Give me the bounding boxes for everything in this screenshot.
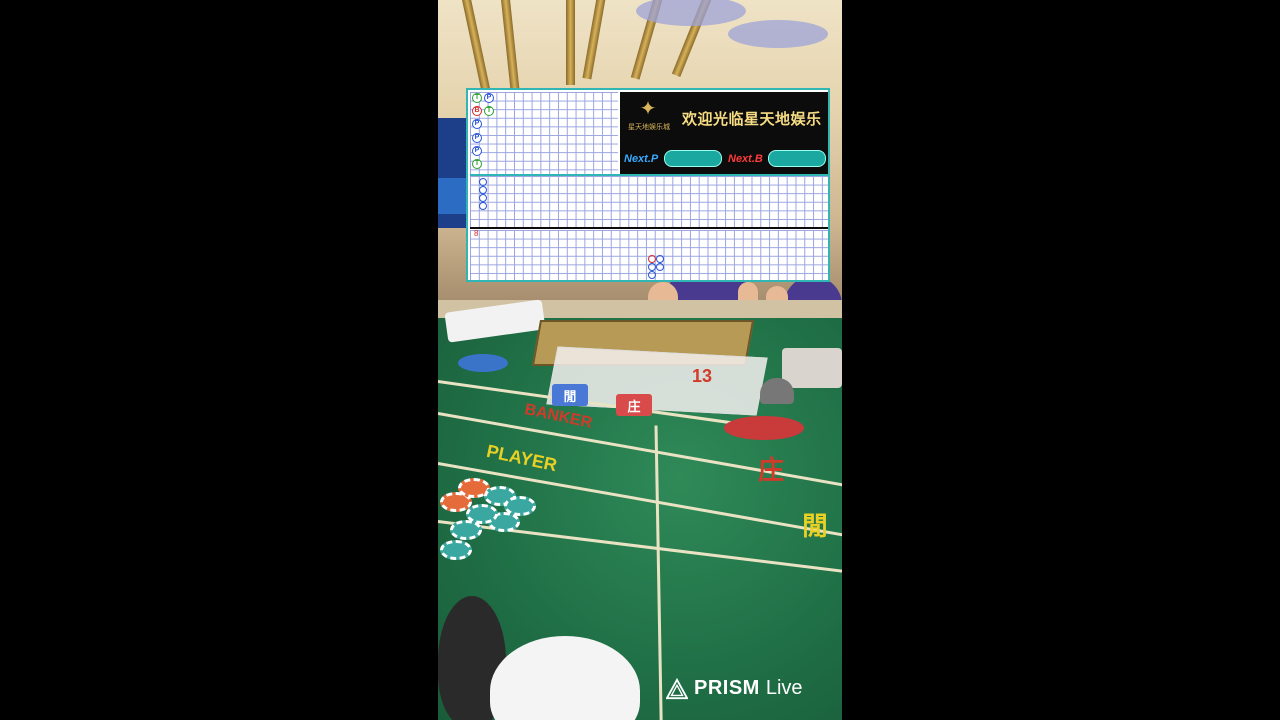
bead-t: T <box>472 159 482 169</box>
card-machine <box>782 348 842 388</box>
watermark-brand: PRISM <box>694 677 760 699</box>
big-road-mark <box>479 194 487 202</box>
watermark-suffix: Live <box>765 677 803 699</box>
big-road-mark <box>479 186 487 194</box>
welcome-title: 欢迎光临星天地娱乐 <box>682 110 822 128</box>
big-road-mark <box>479 202 487 210</box>
next-banker-label: Next.B <box>728 153 763 165</box>
bead-t: T <box>472 93 482 103</box>
derived-road-mark <box>656 263 664 271</box>
player-plaque: 閒 <box>552 384 588 406</box>
derived-road-mark <box>656 255 664 263</box>
banker-chinese-label: 庄 <box>758 456 785 486</box>
lammer-marker: 13 <box>692 366 713 386</box>
bead-p: P <box>472 145 482 156</box>
logo-caption: 星天地娱乐城 <box>628 123 670 131</box>
big-road-mark <box>479 178 487 186</box>
gold-beam <box>566 0 575 85</box>
prism-live-watermark: PRISM Live <box>666 677 803 700</box>
casino-chip <box>450 520 482 540</box>
next-player-button[interactable] <box>664 150 722 167</box>
prism-logo-icon <box>666 677 688 699</box>
banker-marker <box>724 416 804 440</box>
bead-p: P <box>484 93 494 103</box>
ceiling-lamp <box>728 20 828 48</box>
derived-road-mark <box>648 263 656 271</box>
next-banker-button[interactable] <box>768 150 826 167</box>
derived-road-mark <box>648 271 656 279</box>
big-road-grid <box>470 176 828 228</box>
star-logo-icon: ✦ <box>639 98 657 120</box>
baccarat-roadmap: TPBTPPPT ✦ 星天地娱乐城 欢迎光临星天地娱乐 Next.P Next.… <box>466 88 830 282</box>
table-bell <box>760 378 794 404</box>
display-screen <box>438 178 468 214</box>
brand-banner: ✦ 星天地娱乐城 欢迎光临星天地娱乐 Next.P Next.B <box>620 92 828 174</box>
commission-marker <box>458 354 508 372</box>
next-player-label: Next.P <box>624 153 659 165</box>
bead-plate-grid <box>470 92 618 174</box>
bead-p: P <box>472 132 482 143</box>
banker-plaque: 庄 <box>616 394 652 416</box>
derived-road-mark <box>648 255 656 263</box>
divider <box>470 227 828 229</box>
casino-chip <box>440 540 472 560</box>
small-road-mark: 8 <box>474 229 479 238</box>
player-chinese-label: 閒 <box>802 512 829 542</box>
